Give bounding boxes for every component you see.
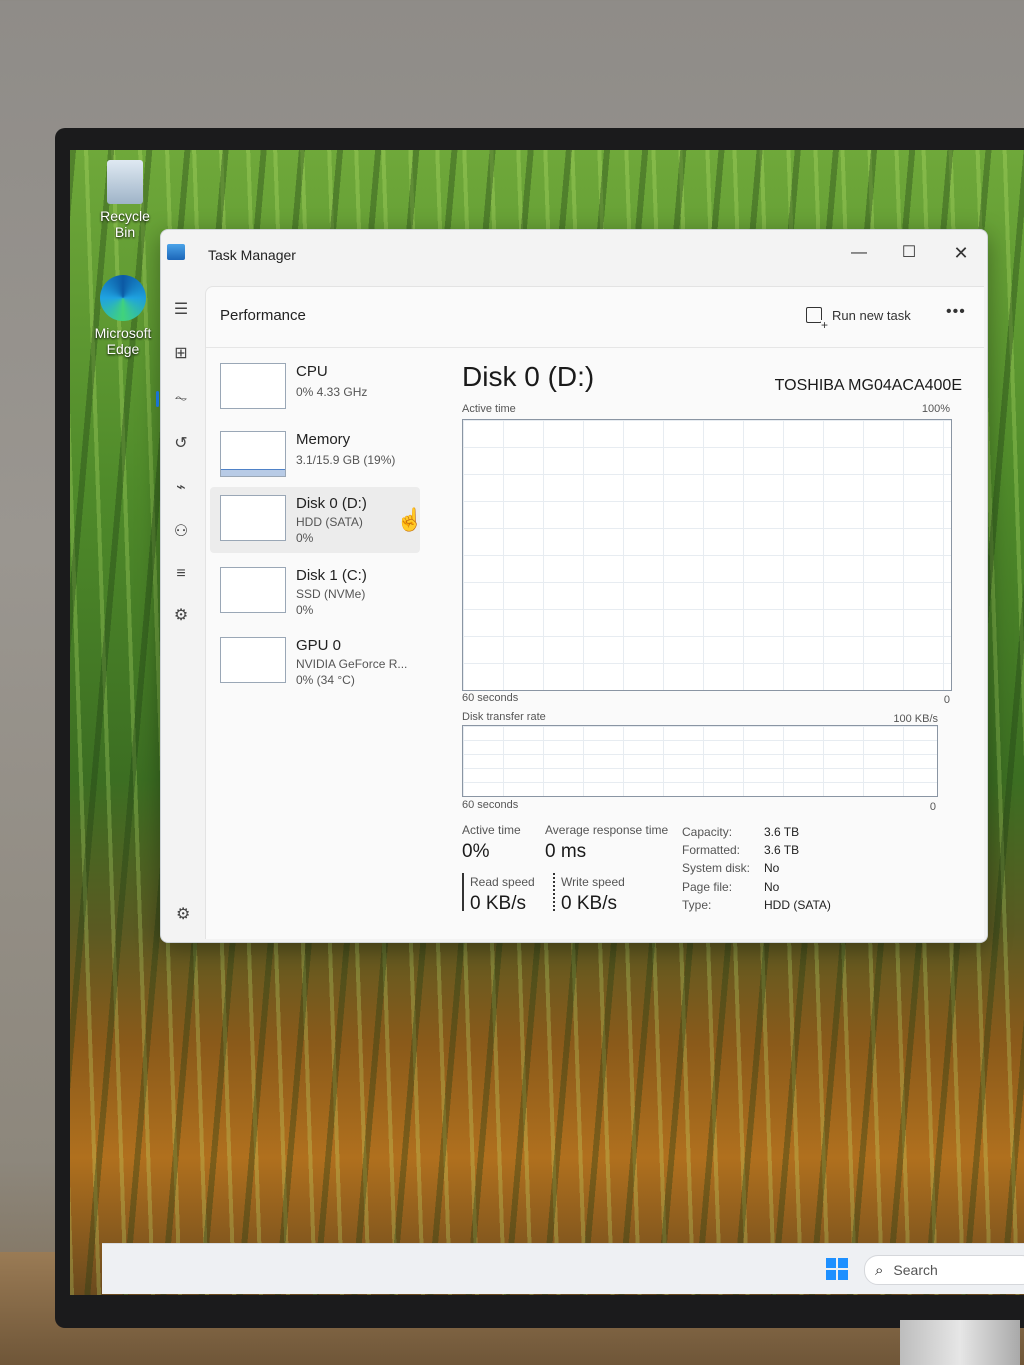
device-usage: 0% bbox=[296, 531, 314, 545]
run-new-task-label: Run new task bbox=[832, 307, 911, 323]
device-usage: 0% (34 °C) bbox=[296, 673, 355, 687]
search-label: Search bbox=[893, 1262, 938, 1278]
desktop-icon-edge[interactable]: Microsoft Edge bbox=[88, 275, 158, 357]
recycle-bin-icon bbox=[107, 160, 143, 204]
property-value: No bbox=[764, 861, 780, 875]
more-options-icon[interactable]: ••• bbox=[946, 303, 966, 321]
page-header: Performance Run new task ••• bbox=[206, 287, 984, 348]
settings-icon[interactable]: ⚙ bbox=[176, 904, 190, 924]
desktop-icon-recycle-bin[interactable]: Recycle Bin bbox=[90, 160, 160, 240]
detail-title: Disk 0 (D:) bbox=[462, 361, 595, 392]
graph-max: 100 KB/s bbox=[893, 713, 938, 725]
processes-icon[interactable]: ⊞ bbox=[167, 342, 195, 366]
search-icon: ⌕ bbox=[875, 1261, 884, 1279]
device-item-disk1[interactable]: Disk 1 (C:) SSD (NVMe) 0% bbox=[210, 559, 420, 625]
device-item-gpu0[interactable]: GPU 0 NVIDIA GeForce R... 0% (34 °C) bbox=[210, 629, 420, 695]
disk-model: TOSHIBA MG04ACA400E bbox=[774, 377, 962, 394]
title-bar[interactable]: Task Manager — ☐ ✕ bbox=[161, 230, 987, 282]
graph-min: 0 bbox=[943, 694, 950, 706]
avg-response-value: 0 ms bbox=[545, 841, 587, 862]
device-name: Disk 1 (C:) bbox=[296, 567, 367, 584]
stat-label: Write speed bbox=[561, 875, 625, 889]
memory-usage-fill bbox=[221, 469, 285, 476]
task-manager-window: Task Manager — ☐ ✕ ☰ ⊞ ⏦ ↺ ⌁ ⚇ ≡ ⚙ ⚙ Per… bbox=[156, 229, 988, 943]
device-usage: 0% bbox=[296, 603, 314, 617]
device-name: Disk 0 (D:) bbox=[296, 495, 367, 512]
graph-max: 100% bbox=[921, 403, 950, 415]
nav-rail: ☰ ⊞ ⏦ ↺ ⌁ ⚇ ≡ ⚙ ⚙ bbox=[156, 282, 205, 937]
graph-min: 0 bbox=[929, 801, 936, 813]
graph-x-label: 60 seconds bbox=[462, 692, 519, 704]
property-value: 3.6 TB bbox=[764, 825, 800, 839]
transfer-rate-graph bbox=[462, 725, 938, 797]
device-item-cpu[interactable]: CPU 0% 4.33 GHz bbox=[210, 355, 420, 417]
run-task-icon bbox=[806, 307, 829, 330]
stat-label: Active time bbox=[462, 823, 521, 837]
stat-label: Average response time bbox=[545, 823, 669, 837]
read-speed-line bbox=[462, 873, 464, 911]
device-detail: NVIDIA GeForce R... bbox=[296, 657, 408, 671]
close-button[interactable]: ✕ bbox=[941, 238, 981, 268]
window-title: Task Manager bbox=[208, 247, 296, 263]
graph-label: Disk transfer rate bbox=[462, 711, 546, 723]
task-manager-app-icon bbox=[167, 244, 185, 260]
details-icon[interactable]: ≡ bbox=[167, 562, 195, 586]
windows-logo-icon[interactable] bbox=[826, 1258, 848, 1280]
maximize-button[interactable]: ☐ bbox=[889, 238, 929, 268]
graph-label: Active time bbox=[462, 403, 516, 415]
property-value: No bbox=[764, 880, 780, 894]
device-item-disk0[interactable]: Disk 0 (D:) HDD (SATA) 0% ☝ bbox=[210, 487, 424, 553]
device-detail: 3.1/15.9 GB (19%) bbox=[296, 453, 396, 467]
edge-icon bbox=[100, 275, 146, 321]
desktop-icon-label: Recycle Bin bbox=[100, 208, 150, 240]
monitor-stand bbox=[900, 1320, 1020, 1365]
device-name: CPU bbox=[296, 363, 328, 380]
property-key: Capacity: bbox=[682, 825, 733, 839]
users-icon[interactable]: ⚇ bbox=[167, 520, 195, 544]
startup-apps-icon[interactable]: ⌁ bbox=[167, 476, 195, 500]
device-thumbnail bbox=[220, 431, 286, 477]
write-speed-value: 0 KB/s bbox=[561, 893, 617, 914]
device-detail: HDD (SATA) bbox=[296, 515, 363, 529]
performance-icon[interactable]: ⏦ bbox=[156, 387, 195, 411]
taskbar-search[interactable]: ⌕ Search bbox=[864, 1255, 1024, 1285]
app-history-icon[interactable]: ↺ bbox=[167, 432, 195, 456]
stat-label: Read speed bbox=[470, 875, 535, 889]
property-key: System disk: bbox=[682, 861, 751, 875]
device-detail: 0% 4.33 GHz bbox=[296, 385, 368, 399]
run-new-task-button[interactable]: Run new task bbox=[806, 307, 911, 330]
device-thumbnail bbox=[220, 495, 286, 541]
services-icon[interactable]: ⚙ bbox=[167, 604, 195, 628]
desktop-icon-label: Microsoft Edge bbox=[94, 325, 152, 357]
device-item-memory[interactable]: Memory 3.1/15.9 GB (19%) bbox=[210, 423, 420, 485]
property-value: HDD (SATA) bbox=[764, 898, 831, 912]
minimize-button[interactable]: — bbox=[839, 238, 879, 268]
device-detail: SSD (NVMe) bbox=[296, 587, 366, 601]
property-key: Formatted: bbox=[682, 843, 741, 857]
read-speed-value: 0 KB/s bbox=[470, 893, 526, 914]
hamburger-menu-icon[interactable]: ☰ bbox=[167, 298, 195, 322]
active-time-value: 0% bbox=[462, 841, 490, 862]
performance-pane: Performance Run new task ••• CPU 0% 4.33… bbox=[205, 286, 984, 939]
property-key: Page file: bbox=[682, 880, 733, 894]
property-value: 3.6 TB bbox=[764, 843, 800, 857]
device-thumbnail bbox=[220, 567, 286, 613]
graph-x-label: 60 seconds bbox=[462, 799, 519, 811]
device-name: Memory bbox=[296, 431, 351, 448]
device-name: GPU 0 bbox=[296, 637, 342, 654]
page-title: Performance bbox=[220, 307, 306, 324]
hand-cursor-icon: ☝ bbox=[396, 507, 424, 532]
device-thumbnail bbox=[220, 637, 286, 683]
property-key: Type: bbox=[682, 898, 712, 912]
device-thumbnail bbox=[220, 363, 286, 409]
active-time-graph bbox=[462, 419, 952, 691]
write-speed-line bbox=[553, 873, 555, 911]
